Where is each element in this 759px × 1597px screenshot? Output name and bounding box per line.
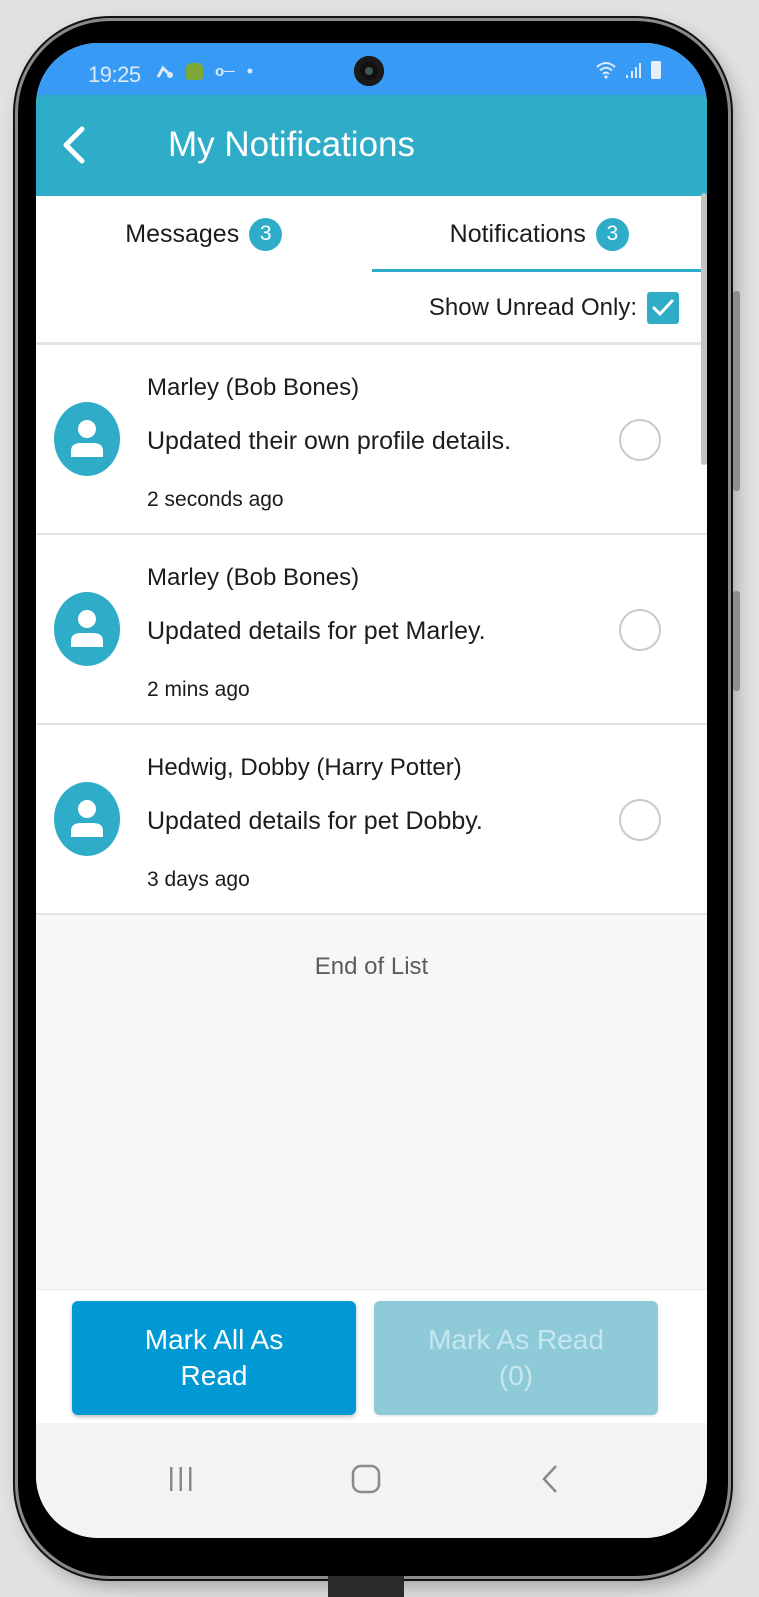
notification-body: Updated details for pet Marley. bbox=[147, 617, 486, 645]
notification-title: Marley (Bob Bones) bbox=[147, 374, 360, 401]
select-radio[interactable] bbox=[619, 609, 661, 651]
notification-title: Marley (Bob Bones) bbox=[147, 564, 360, 591]
app-bar: My Notifications bbox=[36, 95, 707, 196]
notification-item[interactable]: Marley (Bob Bones) Updated details for p… bbox=[36, 535, 707, 725]
notification-time: 2 seconds ago bbox=[147, 488, 284, 511]
show-unread-checkbox[interactable] bbox=[647, 292, 679, 324]
end-of-list-label: End of List bbox=[314, 953, 429, 980]
tab-notifications[interactable]: Notifications 3 bbox=[372, 196, 708, 272]
power-button bbox=[733, 591, 740, 691]
screen: 19:25 o─ • My Notifications Messages 3 N… bbox=[36, 43, 707, 1538]
wifi-icon bbox=[596, 62, 616, 79]
recents-icon bbox=[170, 1467, 192, 1491]
mark-as-read-button[interactable]: Mark As Read (0) bbox=[374, 1301, 658, 1415]
chevron-left-icon[interactable] bbox=[56, 125, 96, 165]
notification-time: 3 days ago bbox=[147, 868, 250, 891]
select-radio[interactable] bbox=[619, 419, 661, 461]
recents-button[interactable] bbox=[161, 1459, 201, 1499]
signal-icon bbox=[626, 63, 641, 78]
usb-cable bbox=[328, 1576, 404, 1597]
notification-item[interactable]: Hedwig, Dobby (Harry Potter) Updated det… bbox=[36, 725, 707, 915]
avatar bbox=[54, 782, 120, 856]
button-label: Mark All As Read bbox=[144, 1324, 284, 1391]
show-unread-label: Show Unread Only: bbox=[428, 294, 637, 321]
notification-body: Updated their own profile details. bbox=[147, 427, 512, 455]
select-radio[interactable] bbox=[619, 799, 661, 841]
avatar bbox=[54, 592, 120, 666]
dot-icon: • bbox=[246, 61, 254, 81]
tab-bar: Messages 3 Notifications 3 bbox=[36, 196, 707, 272]
back-icon bbox=[542, 1465, 557, 1493]
status-icons-right bbox=[595, 61, 661, 79]
battery-icon bbox=[651, 61, 661, 79]
count-badge: 3 bbox=[249, 217, 283, 251]
system-back-button[interactable] bbox=[530, 1459, 570, 1499]
system-nav-bar bbox=[36, 1423, 707, 1538]
notification-body: Updated details for pet Dobby. bbox=[147, 807, 483, 835]
button-label: Mark As Read (0) bbox=[428, 1324, 604, 1391]
notification-title: Hedwig, Dobby (Harry Potter) bbox=[147, 754, 462, 781]
user-icon bbox=[71, 420, 103, 457]
action-bar: Mark All As Read Mark As Read (0) bbox=[36, 1289, 707, 1424]
notification-list: Marley (Bob Bones) Updated their own pro… bbox=[36, 345, 707, 915]
key-icon: o─ bbox=[215, 63, 235, 80]
tab-label: Messages bbox=[125, 219, 240, 248]
android-icon bbox=[186, 63, 203, 80]
notification-item[interactable]: Marley (Bob Bones) Updated their own pro… bbox=[36, 345, 707, 535]
filter-row: Show Unread Only: bbox=[36, 272, 707, 345]
notification-time: 2 mins ago bbox=[147, 678, 250, 701]
front-camera bbox=[354, 56, 384, 86]
page-title: My Notifications bbox=[168, 125, 416, 164]
home-button[interactable] bbox=[346, 1459, 386, 1499]
tab-messages[interactable]: Messages 3 bbox=[36, 196, 372, 272]
mark-all-read-button[interactable]: Mark All As Read bbox=[72, 1301, 356, 1415]
status-time: 19:25 bbox=[88, 62, 141, 87]
user-icon bbox=[71, 800, 103, 837]
scrollbar[interactable] bbox=[701, 193, 707, 465]
user-icon bbox=[71, 610, 103, 647]
status-icons-left: o─ • bbox=[156, 61, 253, 82]
status-bar: 19:25 o─ • bbox=[36, 43, 707, 95]
count-badge: 3 bbox=[595, 217, 629, 251]
checkmark-icon bbox=[652, 299, 674, 316]
tab-label: Notifications bbox=[449, 219, 586, 248]
avatar bbox=[54, 402, 120, 476]
volume-button bbox=[733, 291, 740, 491]
home-icon bbox=[351, 1464, 381, 1494]
sync-arrow-icon bbox=[156, 65, 173, 78]
